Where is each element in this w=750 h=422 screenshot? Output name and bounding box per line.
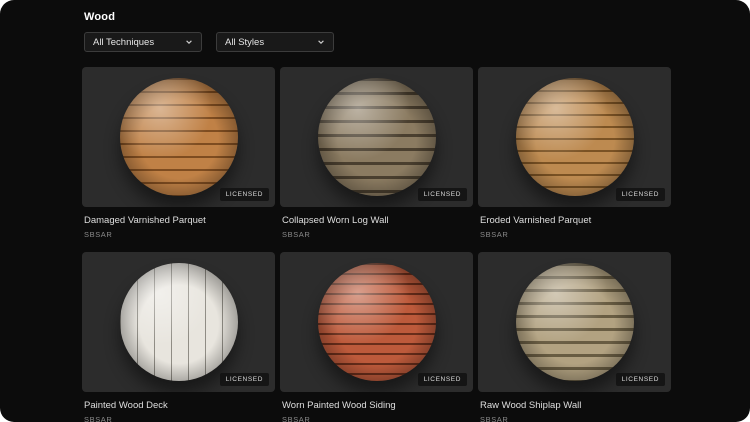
material-title: Worn Painted Wood Siding xyxy=(282,400,396,411)
material-format: SBSAR xyxy=(84,415,113,422)
material-thumbnail[interactable]: LICENSED xyxy=(478,252,671,392)
material-title: Damaged Varnished Parquet xyxy=(84,215,206,226)
materials-grid: LICENSED Damaged Varnished Parquet SBSAR… xyxy=(82,67,750,422)
material-thumbnail[interactable]: LICENSED xyxy=(478,67,671,207)
material-format: SBSAR xyxy=(480,415,509,422)
material-card[interactable]: LICENSED Eroded Varnished Parquet SBSAR xyxy=(478,67,671,239)
material-format: SBSAR xyxy=(480,230,509,239)
licensed-badge: LICENSED xyxy=(219,188,269,201)
page-title: Wood xyxy=(84,11,116,23)
content-area: Wood All Techniques All Styles LICENSED xyxy=(0,0,750,422)
material-thumbnail[interactable]: LICENSED xyxy=(280,252,473,392)
licensed-badge: LICENSED xyxy=(615,373,665,386)
material-thumbnail[interactable]: LICENSED xyxy=(280,67,473,207)
licensed-badge: LICENSED xyxy=(219,373,269,386)
filter-bar: All Techniques All Styles xyxy=(84,32,750,52)
material-format: SBSAR xyxy=(282,230,311,239)
licensed-badge: LICENSED xyxy=(417,373,467,386)
chevron-down-icon xyxy=(317,38,325,46)
material-format: SBSAR xyxy=(84,230,113,239)
assets-browser-window: Wood All Techniques All Styles LICENSED xyxy=(0,0,750,422)
techniques-filter-dropdown[interactable]: All Techniques xyxy=(84,32,202,52)
techniques-filter-label: All Techniques xyxy=(93,36,155,48)
material-card[interactable]: LICENSED Painted Wood Deck SBSAR xyxy=(82,252,275,422)
licensed-badge: LICENSED xyxy=(615,188,665,201)
material-card[interactable]: LICENSED Worn Painted Wood Siding SBSAR xyxy=(280,252,473,422)
material-sphere-preview xyxy=(119,263,238,381)
material-sphere-preview xyxy=(515,78,634,196)
material-sphere-preview xyxy=(317,78,436,196)
chevron-down-icon xyxy=(185,38,193,46)
material-card[interactable]: LICENSED Damaged Varnished Parquet SBSAR xyxy=(82,67,275,239)
material-title: Collapsed Worn Log Wall xyxy=(282,215,389,226)
material-sphere-preview xyxy=(317,263,436,381)
licensed-badge: LICENSED xyxy=(417,188,467,201)
material-card[interactable]: LICENSED Raw Wood Shiplap Wall SBSAR xyxy=(478,252,671,422)
material-format: SBSAR xyxy=(282,415,311,422)
material-card[interactable]: LICENSED Collapsed Worn Log Wall SBSAR xyxy=(280,67,473,239)
styles-filter-label: All Styles xyxy=(225,36,265,48)
material-thumbnail[interactable]: LICENSED xyxy=(82,67,275,207)
material-thumbnail[interactable]: LICENSED xyxy=(82,252,275,392)
material-sphere-preview xyxy=(515,263,634,381)
material-title: Eroded Varnished Parquet xyxy=(480,215,592,226)
material-sphere-preview xyxy=(119,78,238,196)
styles-filter-dropdown[interactable]: All Styles xyxy=(216,32,334,52)
material-title: Painted Wood Deck xyxy=(84,400,168,411)
material-title: Raw Wood Shiplap Wall xyxy=(480,400,582,411)
